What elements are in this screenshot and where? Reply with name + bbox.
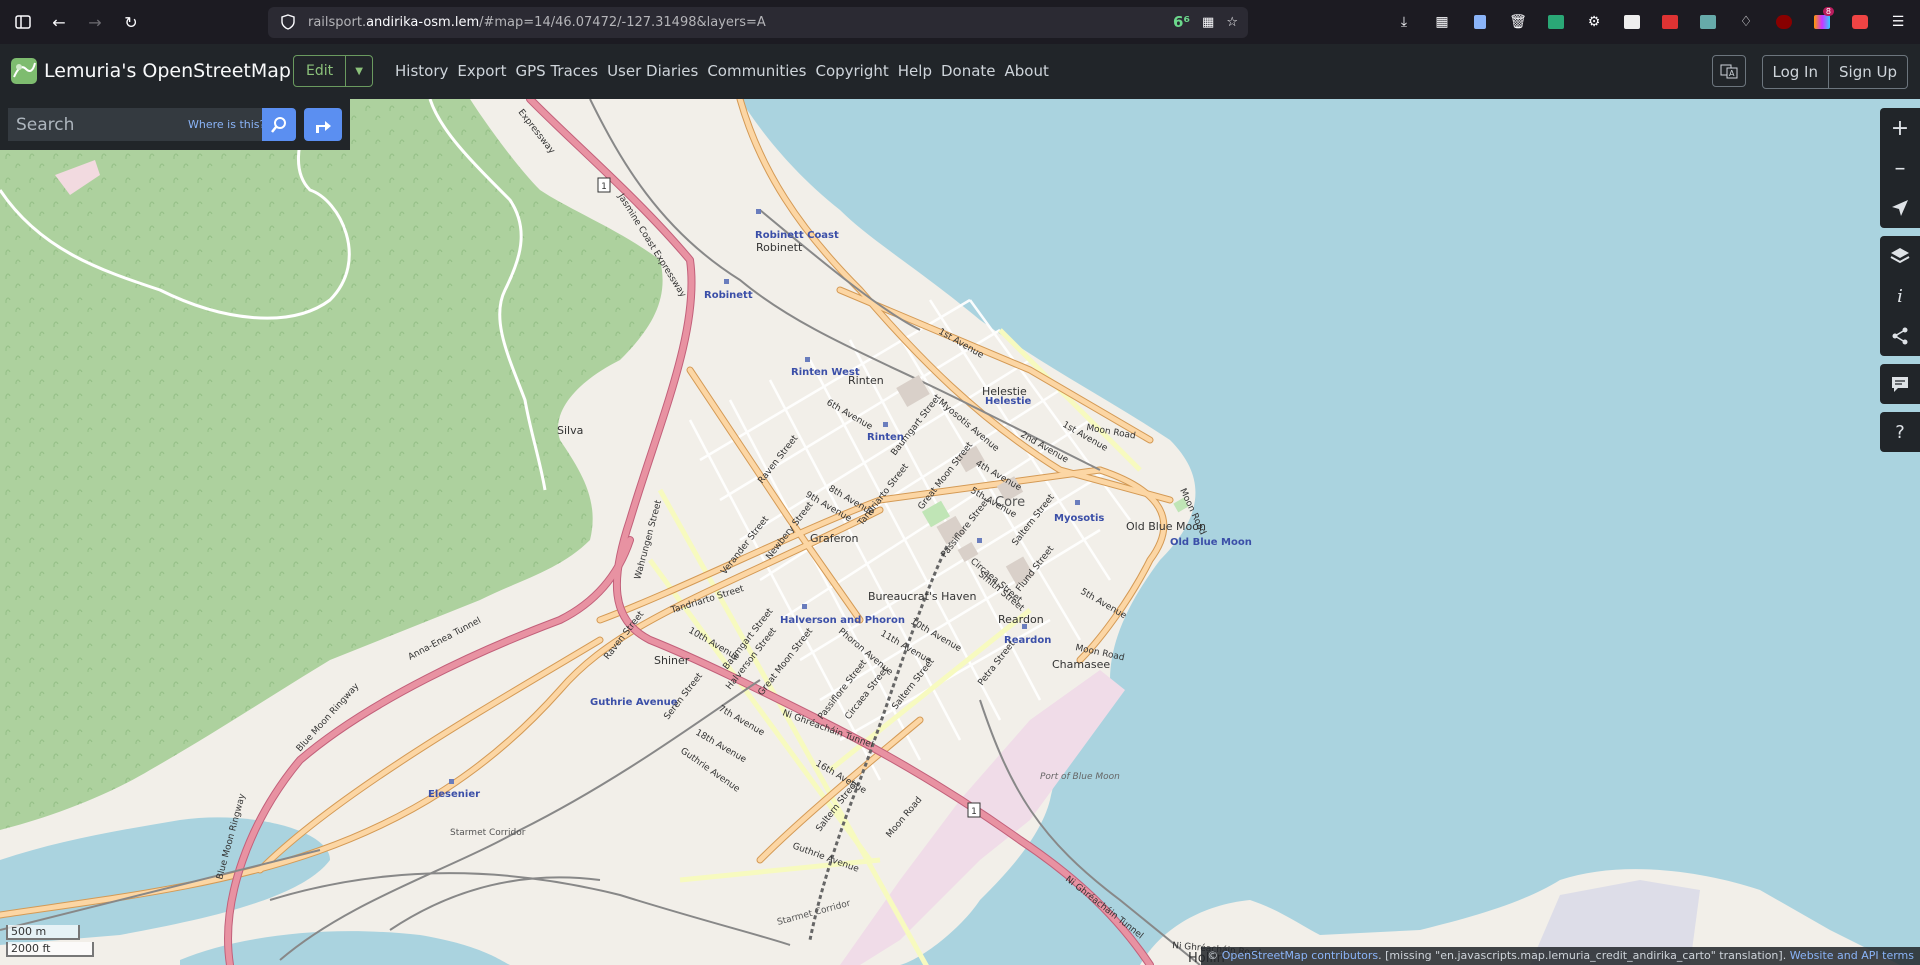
header-actions: A Log In Sign Up [1711,55,1908,89]
station-label: Robinett [704,290,753,301]
image-extension-icon[interactable] [1694,8,1722,36]
svg-text:A: A [1729,69,1735,78]
nav-help[interactable]: Help [898,62,932,80]
search-icon [271,116,286,133]
directions-icon [316,120,331,133]
extension-toolbar: ⤓ ▦ 🗑 ⚙ ♢ 8 ☰ [1390,7,1912,36]
help-icon[interactable]: ? [1880,412,1920,452]
attribution-missing-translation: . [missing "en.javascripts.map.lemuria_c… [1378,949,1790,962]
map-tiles: 1 1 Silva Robinett Coast Robinett Robine… [0,99,1920,965]
zoom-controls: + – [1880,108,1920,228]
zoom-in-icon[interactable]: + [1880,108,1920,148]
calendar-extension-icon[interactable] [1656,8,1684,36]
railway-label: Starmet Corridor [450,828,526,838]
station-label: Elesenier [428,789,480,800]
qr-extension-icon[interactable] [1618,8,1646,36]
nav-export[interactable]: Export [457,62,506,80]
scale-imperial: 2000 ft [6,942,94,957]
nav-communities[interactable]: Communities [707,62,806,80]
edit-dropdown-chevron-icon[interactable]: ▼ [346,56,372,86]
auth-buttons: Log In Sign Up [1761,55,1908,89]
address-bar[interactable]: railsport. andirika-osm.lem/#map=14/46.07… [268,7,1248,38]
url-prefix: railsport. [308,15,367,30]
where-is-this-link[interactable]: Where is this? [188,118,265,131]
sidebar-toggle-icon[interactable] [9,8,37,36]
reload-button[interactable]: ↻ [117,8,145,36]
station-label: Robinett Coast [755,230,839,241]
signup-button[interactable]: Sign Up [1828,56,1907,88]
place-label: Robinett [756,241,803,254]
locate-icon[interactable] [1880,188,1920,228]
terms-link[interactable]: Website and API terms [1790,949,1914,962]
station-label: Guthrie Avenue [590,697,678,708]
add-note-icon[interactable] [1880,364,1920,404]
downloads-icon[interactable]: ⤓ [1390,8,1418,36]
place-label: Chamasee [1052,658,1110,671]
extensions-grid-icon[interactable]: ▦ [1428,8,1456,36]
attribution: © OpenStreetMap contributors. [missing "… [1201,947,1920,965]
ublock-icon[interactable] [1770,8,1798,36]
place-label: Port of Blue Moon [1040,772,1120,782]
station-label: Myosotis [1054,513,1104,524]
document-icon[interactable] [1466,8,1494,36]
place-label: Rinten [848,374,884,387]
edit-button[interactable]: Edit [294,56,347,86]
attribution-prefix: © [1207,949,1222,962]
station-label: Halverson and Phoron [780,615,905,626]
station-label: Helestie [985,396,1032,407]
qr-code-icon[interactable]: ▦ [1202,15,1214,30]
note-controls [1880,364,1920,404]
menu-icon[interactable]: ☰ [1884,8,1912,36]
route-shield-label: 1 [601,182,607,192]
nav-about[interactable]: About [1005,62,1049,80]
route-shield-label: 1 [971,807,977,817]
puzzle-icon[interactable]: ♢ [1732,8,1760,36]
site-header: Lemuria's OpenStreetMap Edit ▼ History E… [0,44,1920,99]
osm-contributors-link[interactable]: OpenStreetMap contributors [1222,949,1378,962]
scale-bar: 500 m 2000 ft [6,925,94,959]
nav-user-diaries[interactable]: User Diaries [607,62,698,80]
station-label: Old Blue Moon [1170,537,1252,548]
layer-controls: i [1880,236,1920,356]
nav-donate[interactable]: Donate [941,62,996,80]
s-extension-icon[interactable] [1542,8,1570,36]
place-label: Bureaucrat's Haven [868,590,976,603]
forward-button[interactable]: → [81,8,109,36]
site-title[interactable]: Lemuria's OpenStreetMap [44,60,291,82]
search-button[interactable] [262,108,296,141]
zoom-out-icon[interactable]: – [1880,148,1920,188]
screenshot-icon[interactable] [1846,8,1874,36]
osm-logo-icon[interactable] [10,57,38,85]
login-button[interactable]: Log In [1763,56,1829,88]
directions-button[interactable] [304,108,342,141]
trash-icon[interactable]: 🗑 [1504,8,1532,36]
url-path: /#map=14/46.07472/-127.31498&layers=A [479,15,766,30]
main-nav: History Export GPS Traces User Diaries C… [395,62,1049,80]
bookmark-star-icon[interactable]: ☆ [1226,15,1238,30]
back-button[interactable]: ← [45,8,73,36]
extension-badge[interactable]: 6⁶ [1173,13,1190,31]
nav-copyright[interactable]: Copyright [815,62,888,80]
language-icon[interactable]: A [1711,55,1746,87]
scale-metric: 500 m [6,925,80,940]
info-icon[interactable]: i [1880,276,1920,316]
help-controls: ? [1880,412,1920,452]
place-label: Reardon [998,613,1044,626]
place-label: Silva [557,424,583,437]
map-controls: + – i ? [1880,108,1920,460]
url-host: andirika-osm.lem [366,15,480,30]
nav-gps-traces[interactable]: GPS Traces [515,62,598,80]
search-panel: Search Where is this? [0,99,350,150]
colorful-extension-icon[interactable]: 8 [1808,7,1836,36]
mask-icon[interactable]: ⚙ [1580,8,1608,36]
layers-icon[interactable] [1880,236,1920,276]
place-label: Shiner [654,654,690,667]
map-canvas[interactable]: 1 1 Silva Robinett Coast Robinett Robine… [0,99,1920,965]
edit-button-group: Edit ▼ [293,55,374,87]
shield-icon [281,14,295,30]
place-label: Graferon [810,532,858,545]
share-icon[interactable] [1880,316,1920,356]
nav-history[interactable]: History [395,62,448,80]
browser-toolbar: ← → ↻ railsport. andirika-osm.lem/#map=14… [0,0,1920,44]
